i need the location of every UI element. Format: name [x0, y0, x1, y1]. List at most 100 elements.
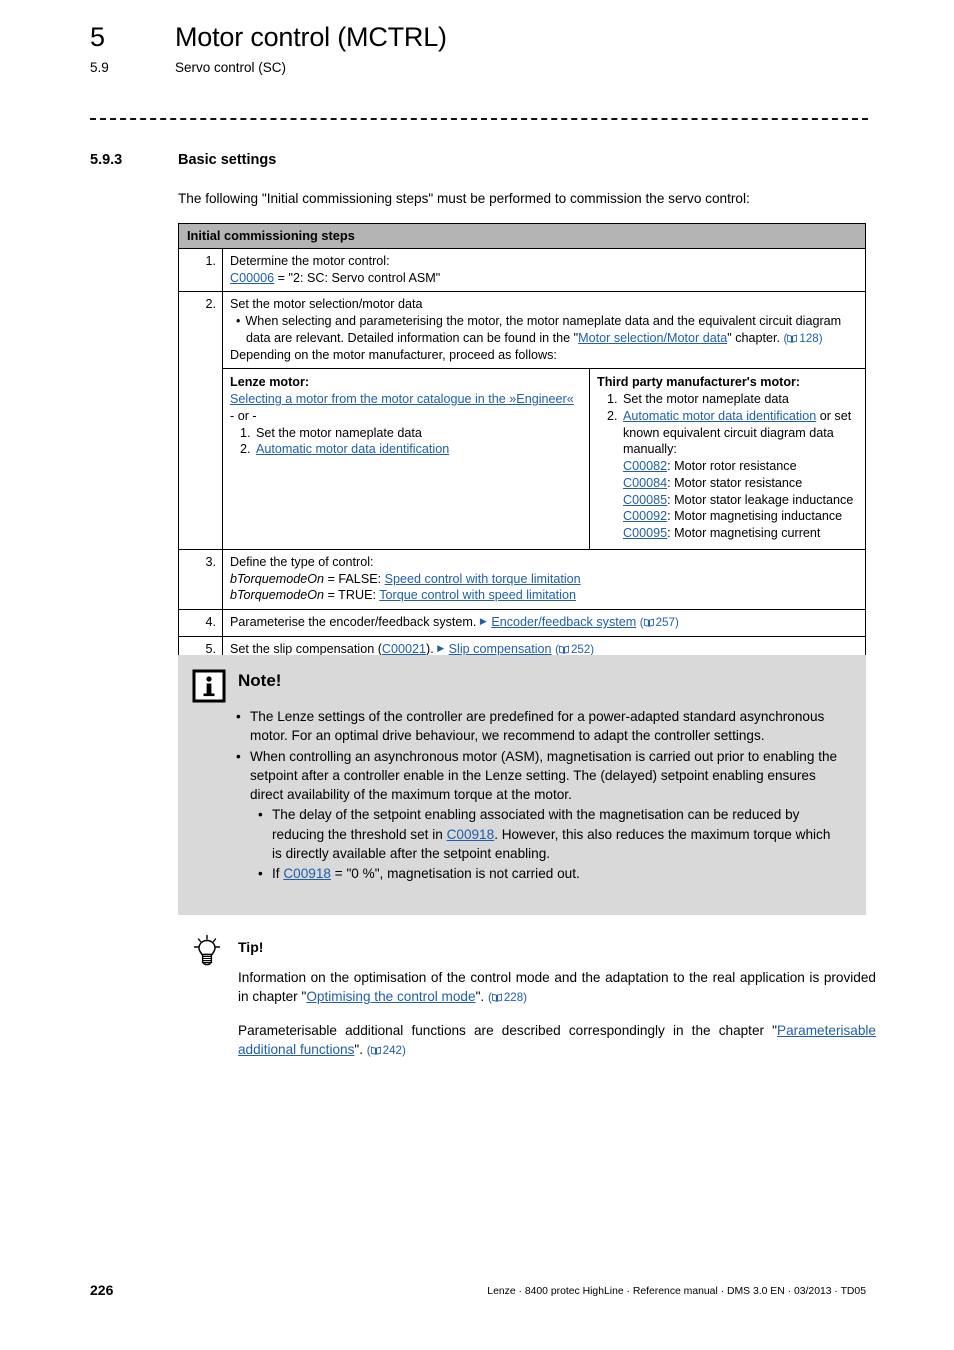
book-icon — [558, 645, 569, 654]
note-sub-bullet: • The delay of the setpoint enabling asso… — [258, 805, 838, 863]
sub2-post: = "0 %", magnetisation is not carried ou… — [330, 866, 580, 882]
step3-false: bTorquemodeOn = FALSE: Speed control wit… — [230, 571, 858, 588]
parameter-desc: : Motor magnetising inductance — [667, 509, 843, 524]
step-content: Define the type of control: bTorquemodeO… — [223, 550, 865, 609]
bullet-marker: • — [258, 866, 263, 882]
parameter-desc: : Motor stator leakage inductance — [667, 492, 854, 507]
page-reference[interactable]: (242) — [367, 1044, 406, 1057]
header-divider — [90, 118, 868, 120]
parameter-link-c00918[interactable]: C00918 — [283, 866, 331, 881]
third-party-motor-column: Third party manufacturer's motor: 1. Set… — [590, 369, 865, 548]
page-reference[interactable]: (252) — [555, 643, 594, 656]
lenze-motor-column: Lenze motor: Selecting a motor from the … — [223, 369, 590, 549]
table-row: 4. Parameterise the encoder/feedback sys… — [179, 609, 865, 637]
page-reference[interactable]: (228) — [488, 991, 527, 1004]
parameter-link-c00021[interactable]: C00021 — [382, 642, 426, 656]
list-item: 2. Automatic motor data identification — [240, 441, 582, 458]
note-sub-text: If C00918 = "0 %", magnetisation is not … — [272, 864, 580, 883]
step-number: 1. — [179, 249, 223, 292]
item-number: 2. — [607, 408, 618, 423]
note-title: Note! — [238, 671, 282, 690]
bullet-marker: • — [236, 709, 241, 724]
bullet-marker: • — [258, 807, 263, 823]
parameter-link-c00082[interactable]: C00082 — [623, 459, 667, 473]
step-number: 3. — [179, 549, 223, 609]
page-reference[interactable]: (128) — [784, 332, 823, 345]
page-number: 252 — [570, 642, 591, 656]
tip-title: Tip! — [238, 939, 264, 955]
header-section-row: 5.9 Servo control (SC) — [90, 60, 880, 75]
list-item: C00082: Motor rotor resistance — [623, 458, 858, 475]
list-item: 1. Set the motor nameplate data — [607, 391, 858, 408]
parameter-desc: : Motor stator resistance — [667, 475, 803, 490]
list-item: 1. Set the motor nameplate data — [240, 425, 582, 442]
book-icon — [370, 1046, 381, 1055]
step1-line2: C00006 = "2: SC: Servo control ASM" — [230, 270, 858, 287]
tip-p1-post: ". — [475, 989, 488, 1005]
step-number: 2. — [179, 292, 223, 549]
step1-line1: Determine the motor control: — [230, 254, 390, 269]
tip-paragraph: Information on the optimisation of the c… — [238, 968, 876, 1007]
parameter-link-c00006[interactable]: C00006 — [230, 271, 274, 285]
table-row: 1. Determine the motor control: C00006 =… — [179, 249, 865, 293]
page-header: 5 Motor control (MCTRL) 5.9 Servo contro… — [90, 22, 880, 75]
step2-line3: Depending on the motor manufacturer, pro… — [230, 347, 557, 362]
book-icon — [787, 334, 798, 343]
table-header: Initial commissioning steps — [179, 224, 865, 250]
section-number: 5.9.3 — [90, 152, 123, 168]
section-title: Basic settings — [178, 152, 277, 168]
list-item: C00095: Motor magnetising current — [623, 525, 858, 542]
page-number: 257 — [655, 615, 675, 629]
motor-catalogue-link[interactable]: Selecting a motor from the motor catalog… — [230, 391, 582, 408]
item-text: Set the motor nameplate data — [623, 392, 789, 407]
item-number: 1. — [240, 425, 251, 440]
parameter-link-c00085[interactable]: C00085 — [623, 493, 667, 507]
step3-true: bTorquemodeOn = TRUE: Torque control wit… — [230, 587, 858, 604]
page-number: 242 — [382, 1044, 402, 1058]
footer-text: Lenze · 8400 protec HighLine · Reference… — [487, 1286, 866, 1297]
parameter-desc: : Motor rotor resistance — [667, 459, 797, 474]
note-bullet: • The Lenze settings of the controller ar… — [236, 707, 838, 746]
note-bullet-text: The Lenze settings of the controller are… — [250, 709, 825, 744]
sub2-pre: If — [272, 866, 284, 882]
lightbulb-icon — [190, 934, 224, 968]
list-item: C00092: Motor magnetising inductance — [623, 508, 858, 525]
page-number: 228 — [503, 991, 524, 1005]
list-item: C00085: Motor stator leakage inductance — [623, 492, 858, 509]
optimising-control-mode-link[interactable]: Optimising the control mode — [306, 989, 475, 1004]
triangle-right-icon: ▶ — [437, 643, 445, 654]
parameter-link-c00084[interactable]: C00084 — [623, 476, 667, 490]
step-number: 4. — [179, 609, 223, 636]
tip-paragraph: Parameterisable additional functions are… — [238, 1021, 876, 1060]
step5-text-mid: ). — [426, 641, 438, 656]
motor-selection-link[interactable]: Motor selection/Motor data — [578, 331, 727, 345]
document-page: 5 Motor control (MCTRL) 5.9 Servo contro… — [0, 0, 954, 1350]
speed-control-link[interactable]: Speed control with torque limitation — [385, 572, 581, 586]
tip-body: Information on the optimisation of the c… — [238, 968, 876, 1074]
parameter-link-c00095[interactable]: C00095 — [623, 526, 667, 540]
auto-motor-data-link[interactable]: Automatic motor data identification — [256, 441, 449, 458]
parameter-link-c00918[interactable]: C00918 — [447, 827, 495, 842]
header-section-title: Servo control (SC) — [175, 60, 287, 75]
slip-compensation-link[interactable]: Slip compensation — [449, 642, 552, 656]
variable-name: bTorquemodeOn — [230, 588, 325, 603]
step2-bullet-tail: " chapter. — [727, 330, 784, 345]
page-reference[interactable]: (257) — [640, 616, 679, 629]
lenze-motor-title: Lenze motor: — [230, 375, 310, 390]
step-content: Determine the motor control: C00006 = "2… — [223, 249, 865, 291]
encoder-feedback-link[interactable]: Encoder/feedback system — [491, 615, 636, 629]
false-label: = FALSE: — [324, 571, 385, 586]
header-section-number: 5.9 — [90, 60, 109, 75]
header-chapter-row: 5 Motor control (MCTRL) — [90, 22, 880, 53]
step4-text: Parameterise the encoder/feedback system… — [230, 614, 480, 629]
torque-control-link[interactable]: Torque control with speed limitation — [379, 588, 576, 602]
parameter-list: C00082: Motor rotor resistance C00084: M… — [623, 458, 858, 542]
motor-manufacturer-columns: Lenze motor: Selecting a motor from the … — [223, 368, 865, 549]
parameter-link-c00092[interactable]: C00092 — [623, 509, 667, 523]
list-item: 2. Automatic motor data identification o… — [607, 408, 858, 542]
item-text: Set the motor nameplate data — [256, 425, 422, 440]
tip-p2-pre: Parameterisable additional functions are… — [238, 1022, 778, 1038]
auto-motor-data-link[interactable]: Automatic motor data identification — [623, 409, 816, 423]
step2-line1: Set the motor selection/motor data — [230, 297, 423, 312]
step-content: Set the motor selection/motor data When … — [223, 292, 865, 549]
